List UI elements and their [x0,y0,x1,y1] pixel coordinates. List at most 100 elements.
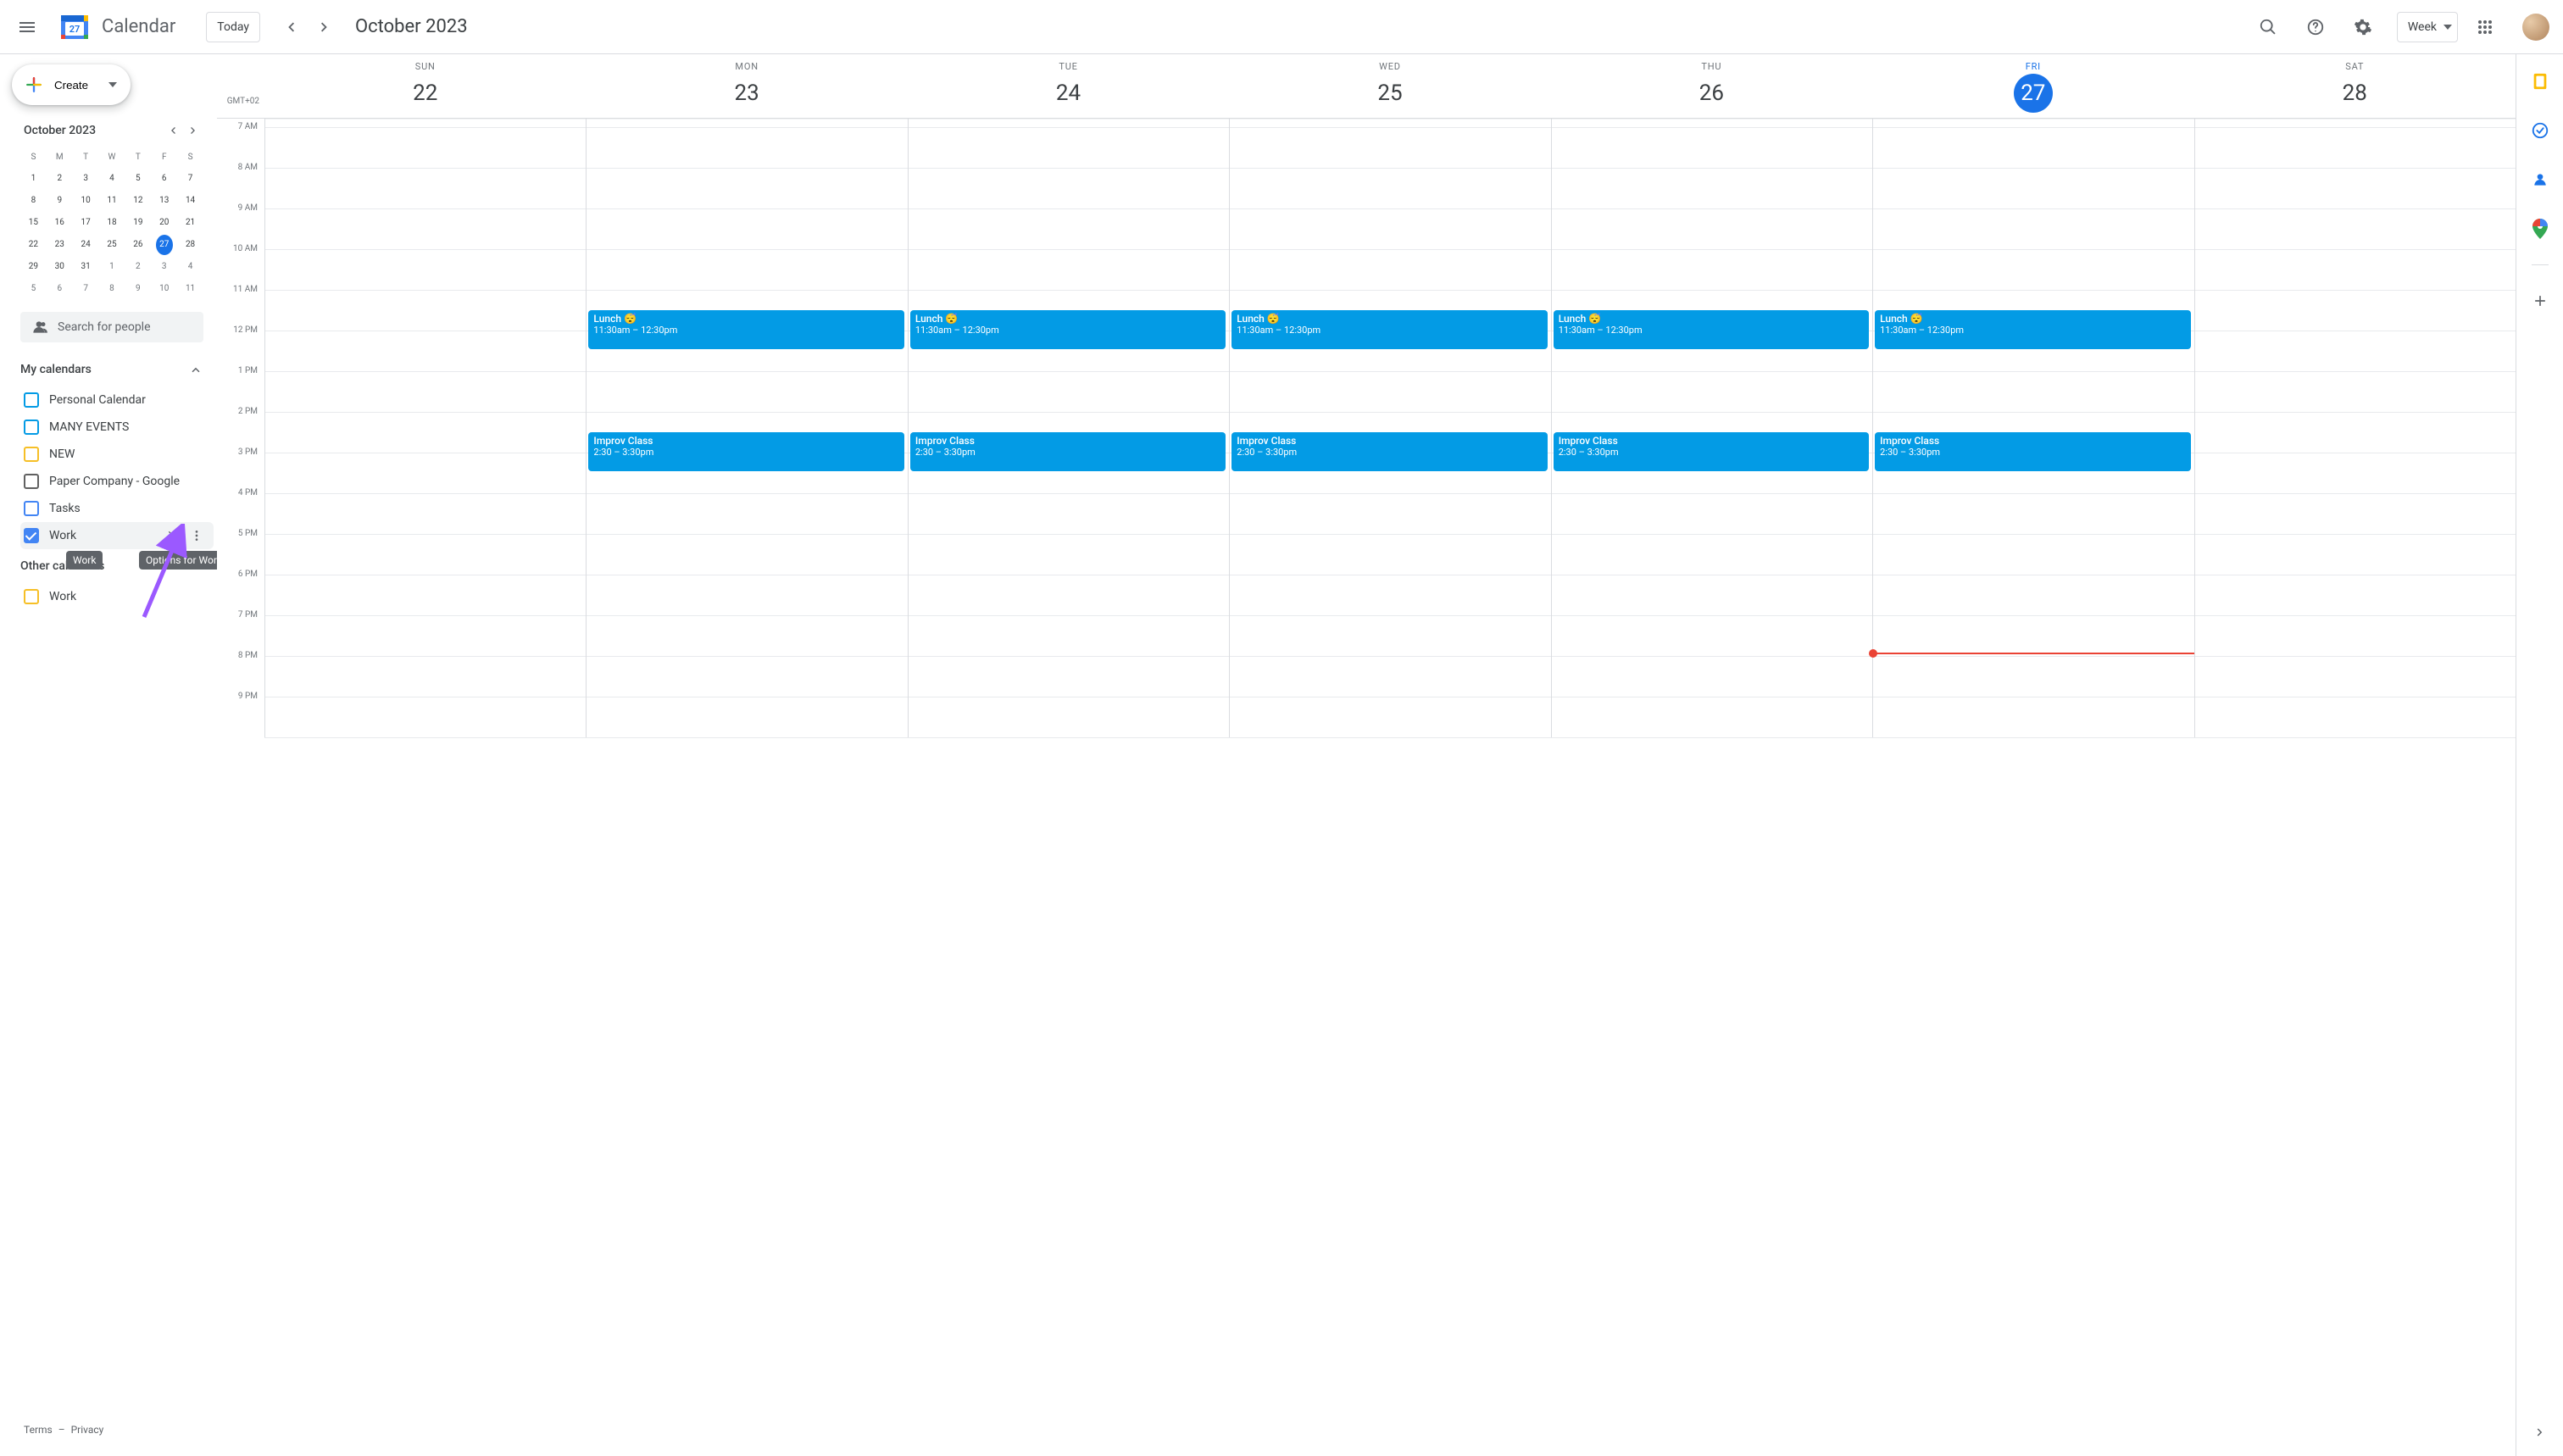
mini-day[interactable]: 23 [51,235,68,255]
mini-day[interactable]: 28 [182,235,199,255]
calendar-item[interactable]: Tasks [20,495,214,522]
calendar-checkbox[interactable] [24,474,39,489]
mini-day[interactable]: 26 [130,235,147,255]
mini-day[interactable]: 7 [182,169,199,189]
event[interactable]: Improv Class2:30 – 3:30pm [588,432,903,471]
mini-day[interactable]: 9 [130,279,147,299]
apps-button[interactable] [2465,7,2505,47]
mini-next-button[interactable] [183,120,203,141]
settings-button[interactable] [2343,7,2383,47]
event[interactable]: Lunch 😴11:30am – 12:30pm [1554,310,1869,349]
calendar-hide-button[interactable] [163,525,183,546]
mini-day[interactable]: 3 [156,257,173,277]
mini-day[interactable]: 12 [130,191,147,211]
mini-day[interactable]: 22 [25,235,42,255]
event[interactable]: Improv Class2:30 – 3:30pm [1554,432,1869,471]
day-column[interactable]: Lunch 😴11:30am – 12:30pm Improv Class2:30… [1872,119,2193,737]
search-button[interactable] [2248,7,2288,47]
calendar-checkbox[interactable] [24,392,39,408]
calendar-item[interactable]: Work [20,583,214,610]
calendar-checkbox[interactable] [24,447,39,462]
mini-day[interactable]: 14 [182,191,199,211]
mini-day[interactable]: 4 [103,169,120,189]
mini-day[interactable]: 31 [77,257,94,277]
day-column[interactable]: Lunch 😴11:30am – 12:30pm Improv Class2:30… [586,119,907,737]
event[interactable]: Improv Class2:30 – 3:30pm [910,432,1226,471]
mini-day[interactable]: 9 [51,191,68,211]
mini-day[interactable]: 4 [182,257,199,277]
mini-day[interactable]: 6 [51,279,68,299]
mini-day[interactable]: 5 [25,279,42,299]
event[interactable]: Lunch 😴11:30am – 12:30pm [910,310,1226,349]
calendar-checkbox[interactable] [24,528,39,543]
day-header[interactable]: SUN22 [264,54,586,118]
calendar-item[interactable]: NEW [20,441,214,468]
day-column[interactable] [2194,119,2516,737]
calendar-item[interactable]: MANY EVENTS [20,414,214,441]
mini-day[interactable]: 30 [51,257,68,277]
mini-day[interactable]: 1 [103,257,120,277]
mini-day[interactable]: 24 [77,235,94,255]
day-column[interactable]: Lunch 😴11:30am – 12:30pmImprov Class2:30… [1229,119,1550,737]
mini-day[interactable]: 18 [103,213,120,233]
mini-day[interactable]: 8 [103,279,120,299]
mini-day[interactable]: 21 [182,213,199,233]
day-header[interactable]: THU26 [1551,54,1872,118]
mini-day[interactable]: 7 [77,279,94,299]
mini-day[interactable]: 29 [25,257,42,277]
side-panel-collapse[interactable] [2523,1415,2557,1449]
calendar-options-button[interactable] [186,525,207,546]
mini-day[interactable]: 11 [182,279,199,299]
mini-day[interactable]: 2 [130,257,147,277]
day-header[interactable]: FRI27 [1872,54,2193,118]
search-people-input[interactable]: Search for people [20,312,203,342]
mini-day[interactable]: 20 [156,213,173,233]
mini-day[interactable]: 3 [77,169,94,189]
calendar-item[interactable]: Paper Company - Google [20,468,214,495]
mini-day[interactable]: 11 [103,191,120,211]
day-header[interactable]: SAT28 [2194,54,2516,118]
calendar-checkbox[interactable] [24,420,39,435]
mini-day[interactable]: 1 [25,169,42,189]
mini-day[interactable]: 10 [77,191,94,211]
account-avatar[interactable] [2522,14,2549,41]
maps-button[interactable] [2523,212,2557,246]
day-header[interactable]: WED25 [1229,54,1550,118]
prev-period-button[interactable] [277,14,304,41]
mini-day[interactable]: 8 [25,191,42,211]
create-button[interactable]: Create [12,64,131,105]
keep-button[interactable] [2523,64,2557,98]
day-column[interactable] [264,119,586,737]
view-selector[interactable]: Week [2397,12,2458,42]
mini-day[interactable]: 19 [130,213,147,233]
calendar-item[interactable]: Personal Calendar [20,386,214,414]
day-column[interactable]: Lunch 😴11:30am – 12:30pm Improv Class2:30… [1551,119,1872,737]
event[interactable]: Lunch 😴11:30am – 12:30pm [588,310,903,349]
mini-day[interactable]: 5 [130,169,147,189]
mini-day[interactable]: 15 [25,213,42,233]
mini-day[interactable]: 2 [51,169,68,189]
mini-day[interactable]: 27 [156,235,173,255]
today-button[interactable]: Today [206,12,260,42]
day-header[interactable]: MON23 [586,54,907,118]
event[interactable]: Improv Class2:30 – 3:30pm [1875,432,2190,471]
event[interactable]: Lunch 😴11:30am – 12:30pm [1231,310,1547,349]
terms-link[interactable]: Terms [24,1424,53,1436]
calendar-checkbox[interactable] [24,501,39,516]
help-button[interactable] [2295,7,2336,47]
addons-button[interactable] [2523,284,2557,318]
mini-day[interactable]: 6 [156,169,173,189]
mini-day[interactable]: 10 [156,279,173,299]
event[interactable]: Lunch 😴11:30am – 12:30pm [1875,310,2190,349]
mini-day[interactable]: 16 [51,213,68,233]
tasks-button[interactable] [2523,114,2557,147]
calendar-checkbox[interactable] [24,589,39,604]
mini-day[interactable]: 17 [77,213,94,233]
next-period-button[interactable] [311,14,338,41]
calendar-item[interactable]: Work [20,522,214,549]
day-header[interactable]: TUE24 [908,54,1229,118]
privacy-link[interactable]: Privacy [71,1424,104,1436]
mini-day[interactable]: 13 [156,191,173,211]
mini-day[interactable]: 25 [103,235,120,255]
my-calendars-toggle[interactable]: My calendars [20,353,214,386]
